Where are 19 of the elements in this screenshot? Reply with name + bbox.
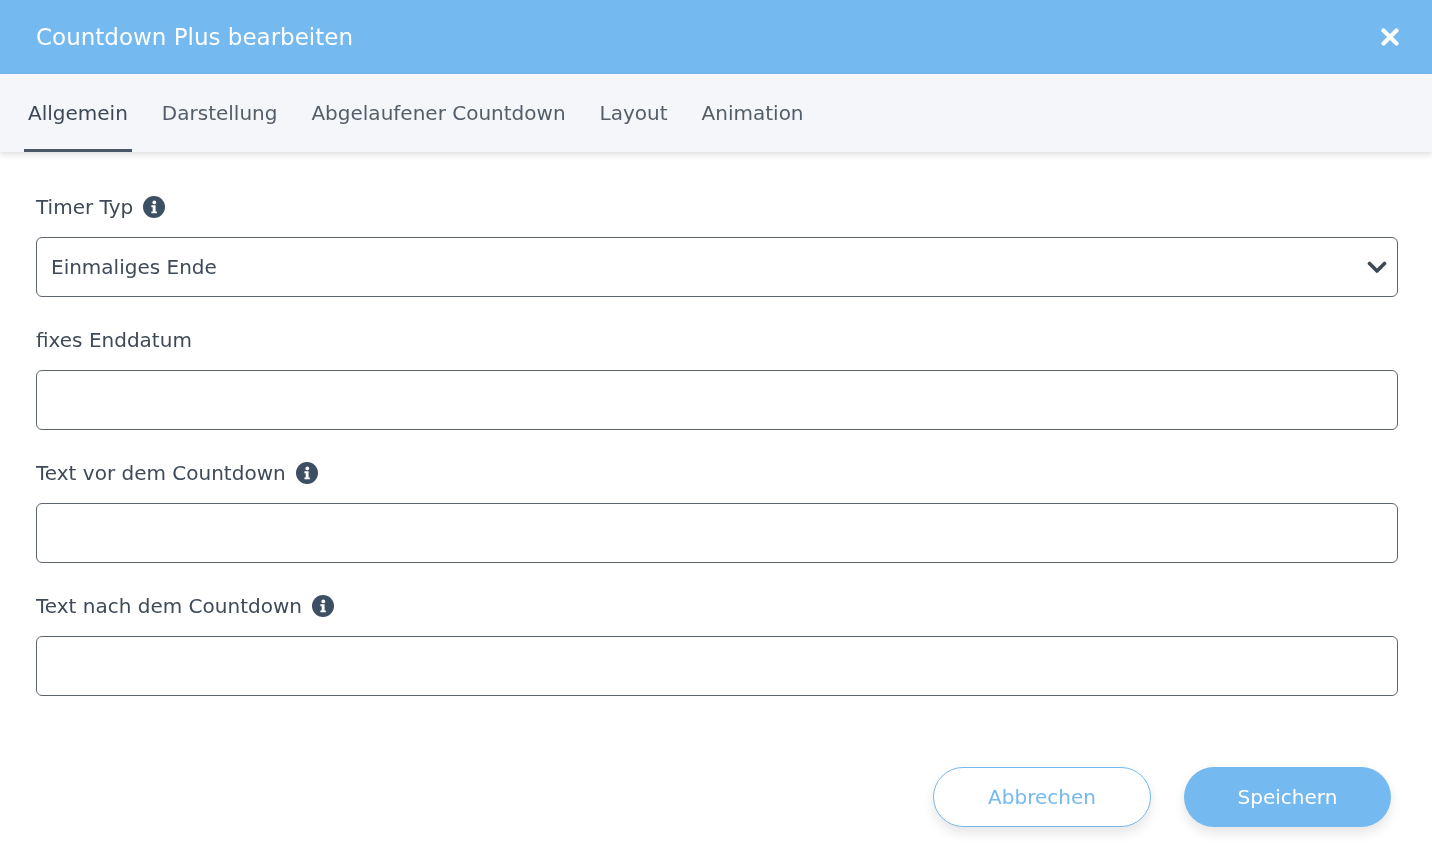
tab[interactable]: Animation [697, 74, 808, 152]
text-field[interactable] [36, 370, 1398, 430]
dropdown[interactable]: Einmaliges Ende [36, 237, 1398, 297]
dialog-title: Countdown Plus bearbeiten [36, 24, 353, 50]
field-label: Text nach dem Countdown [36, 594, 302, 618]
text-field[interactable] [36, 503, 1398, 563]
tab[interactable]: Darstellung [157, 74, 282, 152]
info-icon[interactable] [311, 595, 334, 617]
field-label: Text vor dem Countdown [36, 461, 286, 485]
text-field[interactable] [36, 636, 1398, 696]
field-label: Timer Typ [36, 195, 134, 219]
tab[interactable]: Abgelaufener Countdown [307, 74, 570, 152]
field-label: fixes Enddatum [36, 328, 192, 352]
chevron-down-icon [1367, 260, 1387, 274]
tab[interactable]: Allgemein [24, 74, 132, 152]
info-icon[interactable] [295, 462, 318, 484]
info-icon[interactable] [143, 196, 166, 218]
close-icon [1381, 28, 1399, 46]
tab[interactable]: Layout [595, 74, 672, 152]
